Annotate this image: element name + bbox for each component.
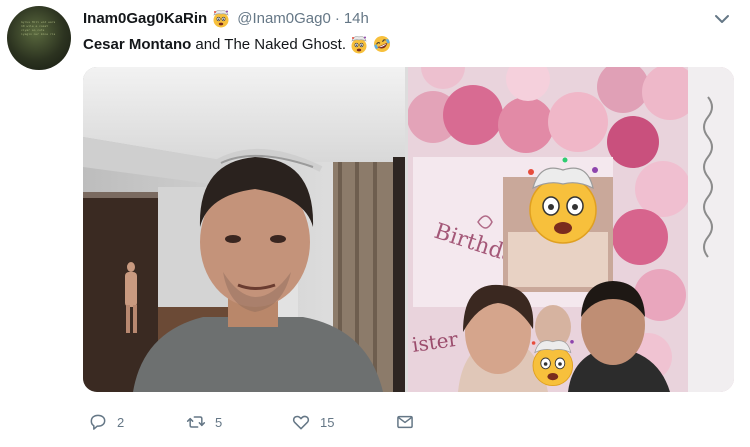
heart-icon: [292, 415, 310, 430]
exploding-head-emoji-icon: [213, 10, 229, 28]
display-name[interactable]: Inam0Gag0KaRin: [83, 10, 207, 27]
user-handle[interactable]: @Inam0Gag0: [237, 10, 331, 27]
timestamp[interactable]: 14h: [344, 10, 369, 27]
separator-dot: ·: [334, 9, 340, 27]
tweet-actions: 2 5 15: [83, 410, 423, 434]
tweet-text-bold: Cesar Montano: [83, 35, 192, 53]
avatar-text: Gyrus Hill wid wars 10 wile e coast ciya…: [21, 20, 56, 36]
retweet-button[interactable]: 5: [186, 410, 222, 434]
party-image: Birthday ister: [408, 67, 734, 392]
tweet-header: Inam0Gag0KaRin @Inam0Gag0 · 14h: [83, 7, 369, 29]
reply-count: 2: [117, 414, 125, 430]
rolling-laughing-emoji-icon: [374, 36, 391, 52]
exploding-head-emoji-icon: [351, 36, 367, 54]
tweet-text-rest: and The Naked Ghost.: [195, 35, 347, 53]
direct-message-button[interactable]: [395, 410, 415, 434]
selfie-image: [83, 67, 405, 392]
retweet-count: 5: [215, 414, 223, 430]
like-button[interactable]: 15: [291, 410, 334, 434]
like-count: 15: [320, 414, 335, 430]
photo-selfie[interactable]: [83, 67, 405, 392]
chevron-down-icon[interactable]: [712, 9, 732, 29]
retweet-icon: [186, 416, 206, 428]
media-grid[interactable]: Birthday ister: [83, 67, 734, 392]
tweet[interactable]: Gyrus Hill wid wars 10 wile e coast ciya…: [0, 0, 750, 447]
tweet-text: Cesar Montano and The Naked Ghost.: [83, 34, 392, 54]
reply-icon: [90, 414, 106, 430]
reply-button[interactable]: 2: [88, 410, 124, 434]
photo-birthday-party[interactable]: Birthday ister: [408, 67, 734, 392]
avatar[interactable]: Gyrus Hill wid wars 10 wile e coast ciya…: [7, 6, 71, 70]
envelope-icon: [397, 415, 413, 429]
